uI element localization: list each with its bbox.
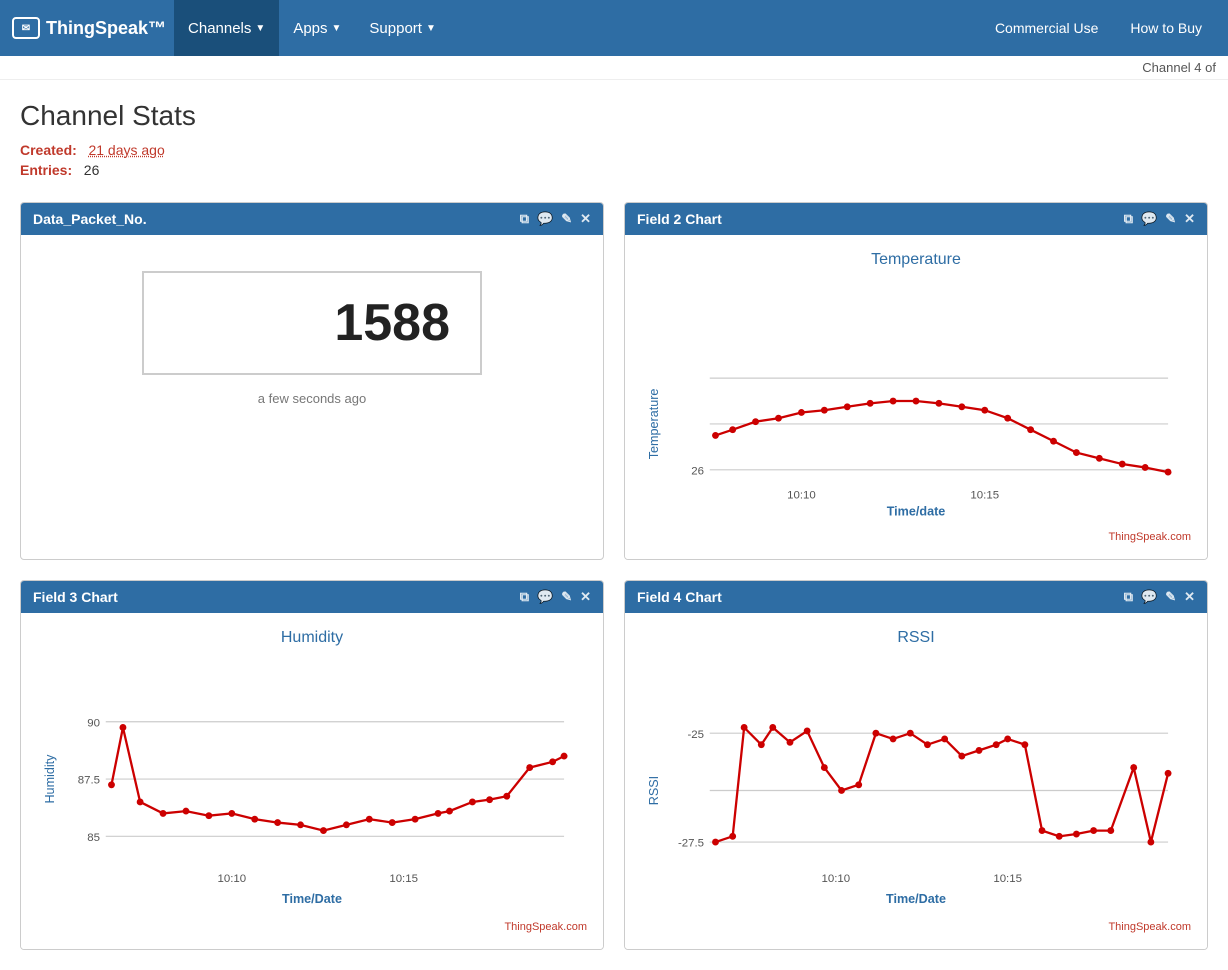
apps-arrow: ▼ bbox=[332, 23, 342, 34]
svg-text:85: 85 bbox=[87, 832, 100, 844]
nav-how-to-buy[interactable]: How to Buy bbox=[1116, 0, 1216, 56]
widget-body-4: RSSI RSSI -25 -27.5 10:10 10:15 bbox=[625, 613, 1207, 949]
channels-arrow: ▼ bbox=[255, 23, 265, 34]
close-icon-1[interactable]: ✕ bbox=[580, 211, 591, 227]
svg-text:10:10: 10:10 bbox=[217, 873, 246, 885]
svg-text:10:15: 10:15 bbox=[389, 873, 418, 885]
nav-right: Commercial Use How to Buy bbox=[981, 0, 1216, 56]
navbar: ✉ ThingSpeak™ Channels ▼ Apps ▼ Support … bbox=[0, 0, 1228, 56]
edit-icon-4[interactable]: ✎ bbox=[1165, 589, 1176, 605]
humidity-credit: ThingSpeak.com bbox=[37, 921, 587, 933]
temperature-svg: Temperature 26 10:10 10:15 Time/date bbox=[641, 275, 1191, 527]
svg-text:-27.5: -27.5 bbox=[678, 838, 704, 850]
entries-row: Entries: 26 bbox=[20, 162, 1208, 178]
logo: ✉ ThingSpeak™ bbox=[12, 17, 166, 39]
numeric-value: 1588 bbox=[334, 294, 450, 352]
widget-header-1: Data_Packet_No. ⧉ 💬 ✎ ✕ bbox=[21, 203, 603, 235]
svg-text:-25: -25 bbox=[687, 729, 704, 741]
edit-icon-3[interactable]: ✎ bbox=[561, 589, 572, 605]
humidity-chart: Humidity Humidity 90 87.5 85 10:10 bbox=[37, 629, 587, 933]
svg-text:Humidity: Humidity bbox=[43, 754, 57, 804]
widget-icons-4: ⧉ 💬 ✎ ✕ bbox=[1124, 589, 1195, 605]
widgets-grid: Data_Packet_No. ⧉ 💬 ✎ ✕ 1588 a few secon… bbox=[20, 202, 1208, 950]
numeric-display: 1588 a few seconds ago bbox=[37, 251, 587, 416]
entries-value: 26 bbox=[84, 162, 100, 178]
widget-title-2: Field 2 Chart bbox=[637, 211, 1124, 227]
widget-title-1: Data_Packet_No. bbox=[33, 211, 520, 227]
channel-bar: Channel 4 of bbox=[0, 56, 1228, 80]
widget-field3: Field 3 Chart ⧉ 💬 ✎ ✕ Humidity bbox=[20, 580, 604, 950]
humidity-chart-title: Humidity bbox=[37, 629, 587, 647]
widget-body-1: 1588 a few seconds ago bbox=[21, 235, 603, 432]
svg-text:10:10: 10:10 bbox=[787, 489, 816, 501]
edit-icon-2[interactable]: ✎ bbox=[1165, 211, 1176, 227]
rssi-chart: RSSI RSSI -25 -27.5 10:10 10:15 bbox=[641, 629, 1191, 933]
logo-icon: ✉ bbox=[12, 17, 40, 39]
created-label: Created: bbox=[20, 142, 77, 158]
svg-text:Time/date: Time/date bbox=[887, 505, 946, 519]
comment-icon-2[interactable]: 💬 bbox=[1141, 211, 1157, 227]
nav-commercial[interactable]: Commercial Use bbox=[981, 0, 1112, 56]
widget-body-2: Temperature Temperature 26 10:10 10:15 bbox=[625, 235, 1207, 559]
created-row: Created: 21 days ago bbox=[20, 142, 1208, 158]
created-value[interactable]: 21 days ago bbox=[88, 142, 164, 158]
widget-header-3: Field 3 Chart ⧉ 💬 ✎ ✕ bbox=[21, 581, 603, 613]
widget-title-3: Field 3 Chart bbox=[33, 589, 520, 605]
rssi-credit: ThingSpeak.com bbox=[641, 921, 1191, 933]
rssi-chart-title: RSSI bbox=[641, 629, 1191, 647]
comment-icon-3[interactable]: 💬 bbox=[537, 589, 553, 605]
nav-support[interactable]: Support ▼ bbox=[355, 0, 449, 56]
svg-text:90: 90 bbox=[87, 717, 100, 729]
page-title: Channel Stats bbox=[20, 100, 1208, 132]
page-content: Channel Stats Created: 21 days ago Entri… bbox=[0, 80, 1228, 970]
widget-header-2: Field 2 Chart ⧉ 💬 ✎ ✕ bbox=[625, 203, 1207, 235]
svg-text:87.5: 87.5 bbox=[78, 775, 100, 787]
close-icon-4[interactable]: ✕ bbox=[1184, 589, 1195, 605]
nav-items: Channels ▼ Apps ▼ Support ▼ bbox=[174, 0, 981, 56]
svg-text:RSSI: RSSI bbox=[647, 776, 661, 805]
svg-text:10:15: 10:15 bbox=[970, 489, 999, 501]
external-link-icon-4[interactable]: ⧉ bbox=[1124, 589, 1133, 605]
svg-text:Time/Date: Time/Date bbox=[282, 892, 342, 906]
widget-field4: Field 4 Chart ⧉ 💬 ✎ ✕ RSSI bbox=[624, 580, 1208, 950]
rssi-svg: RSSI -25 -27.5 10:10 10:15 Time/Date bbox=[641, 653, 1191, 917]
external-link-icon-3[interactable]: ⧉ bbox=[520, 589, 529, 605]
numeric-timestamp: a few seconds ago bbox=[258, 391, 366, 406]
external-link-icon-2[interactable]: ⧉ bbox=[1124, 211, 1133, 227]
close-icon-2[interactable]: ✕ bbox=[1184, 211, 1195, 227]
svg-text:26: 26 bbox=[691, 465, 704, 477]
support-arrow: ▼ bbox=[426, 23, 436, 34]
entries-label: Entries: bbox=[20, 162, 72, 178]
svg-text:10:15: 10:15 bbox=[993, 873, 1022, 885]
temperature-chart: Temperature Temperature 26 10:10 10:15 bbox=[641, 251, 1191, 543]
svg-text:Temperature: Temperature bbox=[647, 389, 661, 460]
widget-title-4: Field 4 Chart bbox=[637, 589, 1124, 605]
widget-icons-1: ⧉ 💬 ✎ ✕ bbox=[520, 211, 591, 227]
close-icon-3[interactable]: ✕ bbox=[580, 589, 591, 605]
svg-text:10:10: 10:10 bbox=[821, 873, 850, 885]
widget-header-4: Field 4 Chart ⧉ 💬 ✎ ✕ bbox=[625, 581, 1207, 613]
temperature-credit: ThingSpeak.com bbox=[641, 531, 1191, 543]
widget-field2: Field 2 Chart ⧉ 💬 ✎ ✕ Temperature bbox=[624, 202, 1208, 560]
nav-apps[interactable]: Apps ▼ bbox=[279, 0, 355, 56]
edit-icon-1[interactable]: ✎ bbox=[561, 211, 572, 227]
widget-body-3: Humidity Humidity 90 87.5 85 10:10 bbox=[21, 613, 603, 949]
nav-channels[interactable]: Channels ▼ bbox=[174, 0, 279, 56]
numeric-box: 1588 bbox=[142, 271, 482, 375]
temperature-chart-title: Temperature bbox=[641, 251, 1191, 269]
external-link-icon-1[interactable]: ⧉ bbox=[520, 211, 529, 227]
comment-icon-4[interactable]: 💬 bbox=[1141, 589, 1157, 605]
widget-icons-3: ⧉ 💬 ✎ ✕ bbox=[520, 589, 591, 605]
widget-data-packet: Data_Packet_No. ⧉ 💬 ✎ ✕ 1588 a few secon… bbox=[20, 202, 604, 560]
widget-icons-2: ⧉ 💬 ✎ ✕ bbox=[1124, 211, 1195, 227]
comment-icon-1[interactable]: 💬 bbox=[537, 211, 553, 227]
svg-text:Time/Date: Time/Date bbox=[886, 892, 946, 906]
humidity-svg: Humidity 90 87.5 85 10:10 10:15 Time/Dat… bbox=[37, 653, 587, 917]
